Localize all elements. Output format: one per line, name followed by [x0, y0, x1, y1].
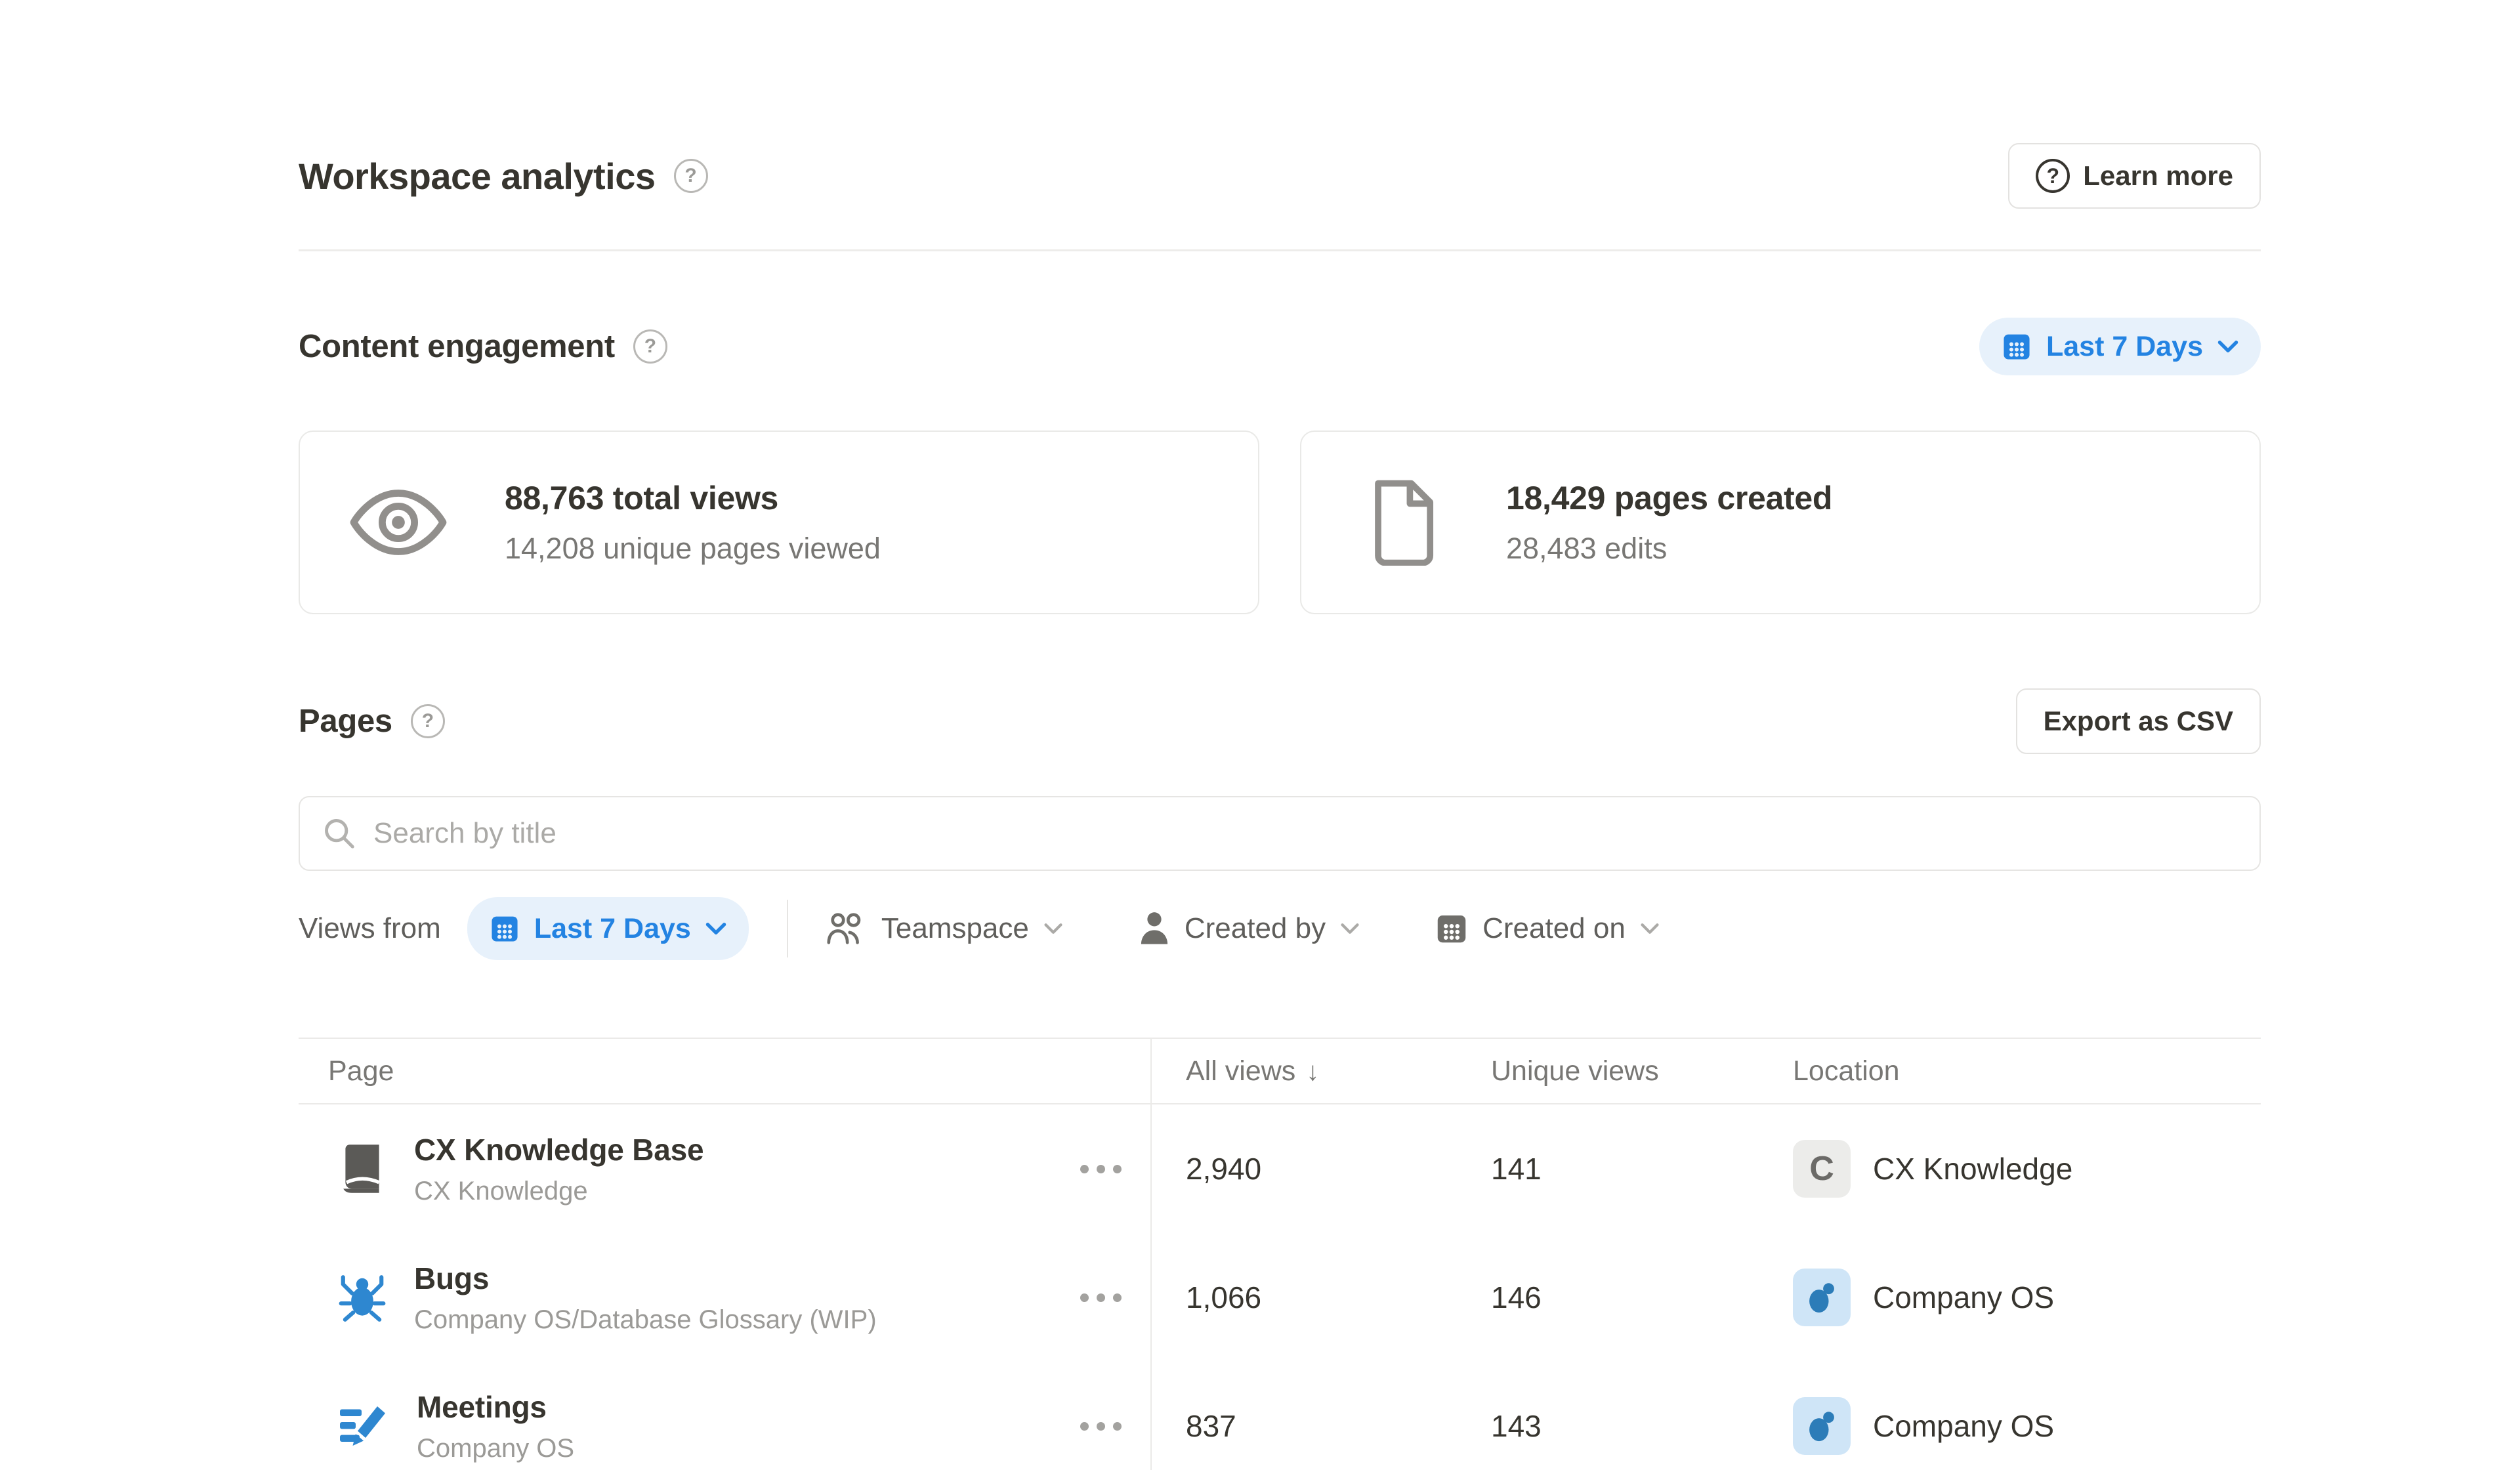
teamspace-letter-badge: C: [1793, 1140, 1851, 1198]
calendar-icon: [490, 914, 520, 944]
sort-descending-icon: ↓: [1306, 1057, 1319, 1086]
chevron-down-icon: [705, 921, 726, 936]
company-os-logo: [1793, 1397, 1851, 1455]
chevron-down-icon: [1640, 922, 1660, 935]
unique-views-cell: 141: [1457, 1151, 1759, 1186]
all-views-cell: 837: [1152, 1408, 1457, 1444]
row-menu-button[interactable]: [1074, 1416, 1128, 1437]
column-location[interactable]: Location: [1759, 1055, 2261, 1087]
eye-icon: [349, 484, 448, 560]
date-range-dropdown[interactable]: Last 7 Days: [1979, 318, 2261, 375]
company-os-logo: [1793, 1269, 1851, 1326]
learn-more-label: Learn more: [2083, 160, 2233, 192]
pages-title: Pages: [299, 703, 392, 740]
page-icon: [1365, 479, 1435, 566]
meetings-icon: [338, 1402, 389, 1450]
page-title-cell: CX Knowledge Base: [414, 1132, 704, 1167]
person-icon: [1139, 912, 1170, 946]
table-header: Page All views↓ Unique views Location: [299, 1038, 2261, 1104]
content-engagement-title: Content engagement: [299, 328, 615, 365]
views-from-label: Views from: [299, 912, 441, 945]
search-input[interactable]: [373, 817, 2237, 850]
chevron-down-icon: [1340, 922, 1360, 935]
page-subtitle-cell: CX Knowledge: [414, 1177, 704, 1206]
chevron-down-icon: [2217, 339, 2238, 354]
date-range-value: Last 7 Days: [2046, 331, 2203, 363]
pages-header: Pages ? Export as CSV: [299, 686, 2261, 755]
pages-created-value: 18,429 pages created: [1506, 479, 1832, 517]
search-icon: [322, 816, 356, 850]
total-views-value: 88,763 total views: [505, 479, 881, 517]
content-engagement-header: Content engagement ? Last 7 Days: [299, 314, 2261, 379]
workspace-analytics-page: Workspace analytics ? ? Learn more Conte…: [299, 0, 2261, 1470]
section-divider: [299, 249, 2261, 251]
chevron-down-icon: [1043, 922, 1063, 935]
teamspace-label: Teamspace: [881, 912, 1029, 945]
table-row[interactable]: Bugs Company OS/Database Glossary (WIP) …: [299, 1233, 2261, 1362]
row-menu-button[interactable]: [1074, 1158, 1128, 1180]
pages-table: Page All views↓ Unique views Location: [299, 1038, 2261, 1470]
help-icon[interactable]: ?: [411, 704, 445, 738]
stat-cards: 88,763 total views 14,208 unique pages v…: [299, 430, 2261, 614]
row-menu-button[interactable]: [1074, 1287, 1128, 1309]
all-views-cell: 2,940: [1152, 1151, 1457, 1186]
total-views-card: 88,763 total views 14,208 unique pages v…: [299, 430, 1259, 614]
unique-views-cell: 143: [1457, 1408, 1759, 1444]
page-title: Workspace analytics: [299, 155, 656, 198]
location-cell[interactable]: Company OS: [1793, 1397, 2261, 1455]
table-row[interactable]: Meetings Company OS 837 143: [299, 1362, 2261, 1470]
page-title-cell: Bugs: [414, 1261, 877, 1296]
views-from-value: Last 7 Days: [534, 913, 691, 945]
created-by-filter[interactable]: Created by: [1139, 912, 1360, 946]
pages-created-card: 18,429 pages created 28,483 edits: [1300, 430, 2261, 614]
column-page[interactable]: Page: [299, 1039, 1152, 1103]
teamspace-filter[interactable]: Teamspace: [826, 912, 1063, 946]
search-bar: [299, 796, 2261, 871]
page-subtitle-cell: Company OS: [417, 1434, 574, 1463]
question-circle-icon: ?: [2036, 159, 2070, 193]
location-cell[interactable]: C CX Knowledge: [1793, 1140, 2261, 1198]
edits-value: 28,483 edits: [1506, 532, 1832, 566]
unique-pages-viewed: 14,208 unique pages viewed: [505, 532, 881, 566]
all-views-cell: 1,066: [1152, 1280, 1457, 1315]
location-cell[interactable]: Company OS: [1793, 1269, 2261, 1326]
page-header: Workspace analytics ? ? Learn more: [299, 143, 2261, 209]
calendar-icon: [1435, 912, 1468, 945]
column-unique-views[interactable]: Unique views: [1457, 1055, 1759, 1087]
export-csv-button[interactable]: Export as CSV: [2016, 688, 2261, 754]
people-icon: [826, 912, 867, 946]
filters-row: Views from Last 7 Days: [299, 897, 2261, 960]
export-csv-label: Export as CSV: [2044, 705, 2233, 737]
table-row[interactable]: CX Knowledge Base CX Knowledge 2,940 141…: [299, 1104, 2261, 1233]
unique-views-cell: 146: [1457, 1280, 1759, 1315]
created-on-label: Created on: [1482, 912, 1626, 945]
bug-icon: [338, 1271, 387, 1324]
created-on-filter[interactable]: Created on: [1435, 912, 1660, 945]
book-icon: [338, 1143, 387, 1195]
views-from-dropdown[interactable]: Last 7 Days: [467, 897, 749, 960]
help-icon[interactable]: ?: [633, 329, 667, 364]
calendar-icon: [2002, 331, 2032, 362]
created-by-label: Created by: [1185, 912, 1326, 945]
column-all-views[interactable]: All views↓: [1152, 1055, 1457, 1087]
filter-divider: [787, 900, 788, 957]
help-icon[interactable]: ?: [674, 159, 708, 193]
learn-more-button[interactable]: ? Learn more: [2008, 143, 2261, 209]
page-title-cell: Meetings: [417, 1389, 574, 1425]
page-subtitle-cell: Company OS/Database Glossary (WIP): [414, 1305, 877, 1335]
